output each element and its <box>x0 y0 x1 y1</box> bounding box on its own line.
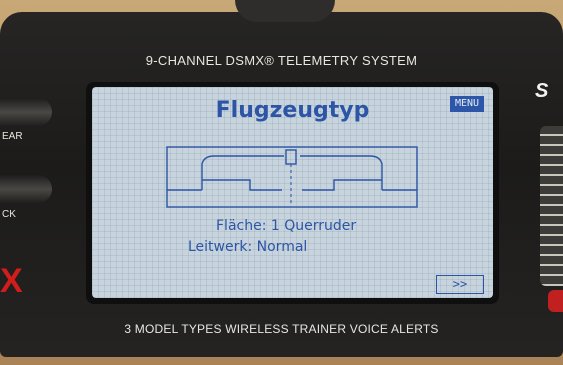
brand-logo-right-icon: S <box>535 80 549 102</box>
antenna-base <box>235 0 335 22</box>
tail-type-value[interactable]: Leitwerk: Normal <box>188 239 307 255</box>
brand-logo-icon: X <box>0 262 23 300</box>
system-header-label: 9-CHANNEL DSMX® TELEMETRY SYSTEM <box>145 53 418 68</box>
back-button[interactable] <box>0 175 52 203</box>
lcd-screen: Flugzeugtyp MENU Fläche: 1 Querruder Lei… <box>92 87 493 298</box>
features-footer-label: 3 MODEL TYPES WIRELESS TRAINER VOICE ALE… <box>124 322 439 336</box>
scroll-wheel[interactable] <box>540 126 563 286</box>
back-button-label: CK <box>2 209 16 220</box>
airplane-wing-diagram-icon <box>166 146 418 208</box>
gear-switch-label: EAR <box>2 131 23 142</box>
menu-button[interactable]: MENU <box>450 96 484 112</box>
page-title: Flugzeugtyp <box>215 98 370 123</box>
gear-switch-button[interactable] <box>0 98 52 126</box>
wing-type-value[interactable]: Fläche: 1 Querruder <box>216 218 356 234</box>
next-page-button[interactable]: >> <box>436 275 484 294</box>
red-trim-icon <box>548 290 563 312</box>
